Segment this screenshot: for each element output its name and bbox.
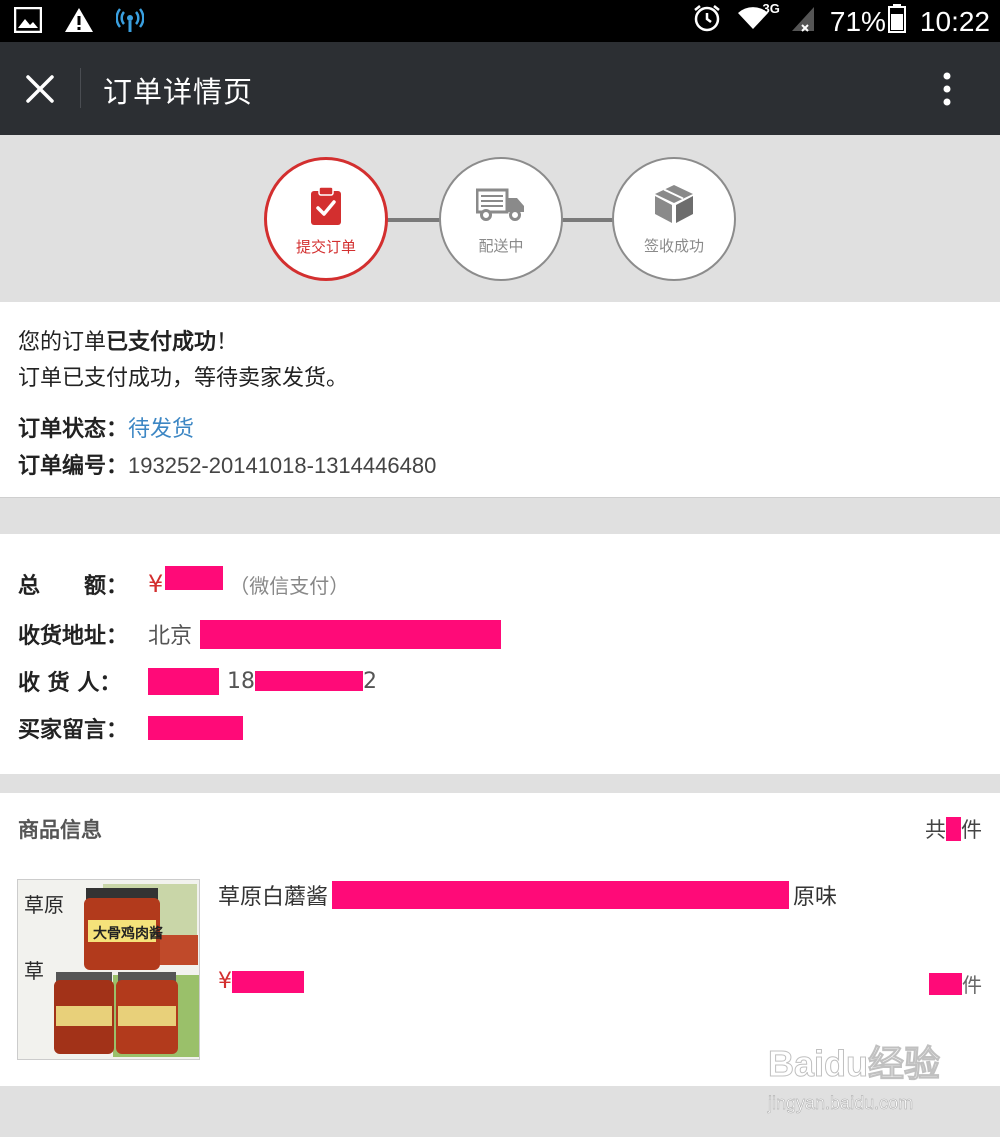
product-count: 共 件 — [925, 814, 982, 844]
order-number-line: 订单编号：193252-20141018-1314446480 — [18, 448, 436, 480]
alarm-icon — [692, 3, 722, 40]
step-connector — [559, 218, 615, 222]
wifi-icon: 3G — [736, 1, 780, 40]
receiver-label: 收 货 人： — [18, 671, 122, 696]
status-bar: 3G 71% 10:22 — [0, 0, 1000, 42]
address-label: 收货地址： — [18, 624, 129, 649]
order-status-label: 订单状态： — [18, 417, 129, 442]
product-quantity: 件 — [929, 969, 982, 998]
step-received: 签收成功 — [612, 157, 736, 281]
baidu-watermark: Baidu经验 jingyan.baidu.com — [767, 1035, 968, 1125]
redacted-count — [946, 817, 961, 841]
clipboard-check-icon — [309, 186, 343, 230]
truck-icon — [475, 187, 526, 225]
network-type: 3G — [762, 1, 780, 16]
redacted-product-name — [332, 881, 790, 909]
count-prefix: 共 — [925, 818, 946, 842]
redacted-phone — [255, 671, 363, 691]
step-label: 签收成功 — [643, 237, 704, 255]
close-icon — [26, 75, 54, 103]
product-currency: ¥ — [218, 969, 232, 994]
address-city: 北京 — [148, 624, 193, 649]
redacted-quantity — [929, 972, 962, 995]
order-number-value: 193252-20141018-1314446480 — [128, 453, 437, 478]
step-submit-order: 提交订单 — [264, 157, 388, 281]
payment-message-prefix: 您的订单 — [18, 330, 107, 355]
redacted-message — [148, 716, 243, 740]
cell-signal-icon — [790, 3, 816, 40]
payment-method: （微信支付） — [229, 573, 350, 598]
address-row: 收货地址： 北京 — [18, 618, 502, 650]
total-label: 总 额： — [18, 574, 129, 599]
more-vertical-icon — [943, 72, 951, 106]
step-connector — [386, 218, 442, 222]
payment-message-suffix: ！ — [216, 330, 239, 355]
redacted-price — [232, 970, 304, 993]
quantity-suffix: 件 — [962, 973, 982, 997]
product-name-suffix: 原味 — [793, 885, 838, 910]
signal-broadcast-icon — [115, 6, 145, 38]
warning-icon — [64, 7, 94, 37]
svg-text:草原: 草原 — [24, 893, 64, 917]
battery-icon — [887, 3, 906, 40]
clock-time: 10:22 — [919, 5, 990, 37]
redacted-receiver — [148, 667, 219, 695]
phone-prefix: 18 — [227, 668, 255, 694]
order-number-label: 订单编号： — [18, 454, 129, 479]
page-title: 订单详情页 — [103, 75, 254, 109]
watermark-url: jingyan.baidu.com — [768, 1093, 914, 1114]
battery-percent: 71% — [829, 5, 886, 37]
thumb-label: 大骨鸡肉酱 — [93, 925, 163, 942]
redacted-address — [200, 619, 502, 649]
order-progress: 提交订单 配送中 签收成功 — [0, 135, 1000, 302]
payment-message-bold: 已支付成功 — [106, 330, 217, 355]
total-row: 总 额： ¥ （微信支付） — [18, 566, 350, 600]
waiting-message: 订单已支付成功，等待卖家发货。 — [18, 366, 349, 391]
step-label: 提交订单 — [295, 238, 356, 256]
more-options-button[interactable] — [932, 70, 962, 110]
phone-suffix: 2 — [363, 668, 377, 694]
count-suffix: 件 — [961, 818, 982, 842]
order-summary-panel: 您的订单已支付成功！ 订单已支付成功，等待卖家发货。 订单状态：待发货 订单编号… — [0, 302, 1000, 498]
step-delivering: 配送中 — [439, 157, 563, 281]
image-icon — [13, 6, 43, 37]
order-status-line: 订单状态：待发货 — [18, 411, 194, 443]
svg-text:草: 草 — [24, 959, 44, 983]
header-divider — [80, 68, 81, 108]
app-header: 订单详情页 — [0, 42, 1000, 135]
product-thumbnail[interactable]: 草原 草 大骨鸡肉酱 — [17, 879, 200, 1060]
box-icon — [653, 183, 695, 229]
product-price: ¥ — [218, 969, 304, 994]
product-section-title: 商品信息 — [18, 818, 102, 842]
order-details-panel: 总 额： ¥ （微信支付） 收货地址： 北京 收 货 人： 18 2 买家留言： — [0, 534, 1000, 774]
currency-symbol: ¥ — [148, 570, 164, 598]
buyer-message-row: 买家留言： — [18, 712, 243, 744]
order-status-value[interactable]: 待发货 — [128, 417, 194, 442]
step-label: 配送中 — [478, 237, 524, 255]
watermark-brand: Baidu经验 — [767, 1043, 941, 1085]
redacted-amount — [165, 566, 224, 590]
buyer-message-label: 买家留言： — [18, 718, 129, 743]
payment-message: 您的订单已支付成功！ — [18, 324, 238, 356]
product-name[interactable]: 草原白蘑酱 原味 — [218, 879, 837, 911]
close-button[interactable] — [20, 69, 60, 109]
product-name-prefix: 草原白蘑酱 — [218, 885, 329, 910]
receiver-row: 收 货 人： 18 2 — [18, 665, 377, 697]
